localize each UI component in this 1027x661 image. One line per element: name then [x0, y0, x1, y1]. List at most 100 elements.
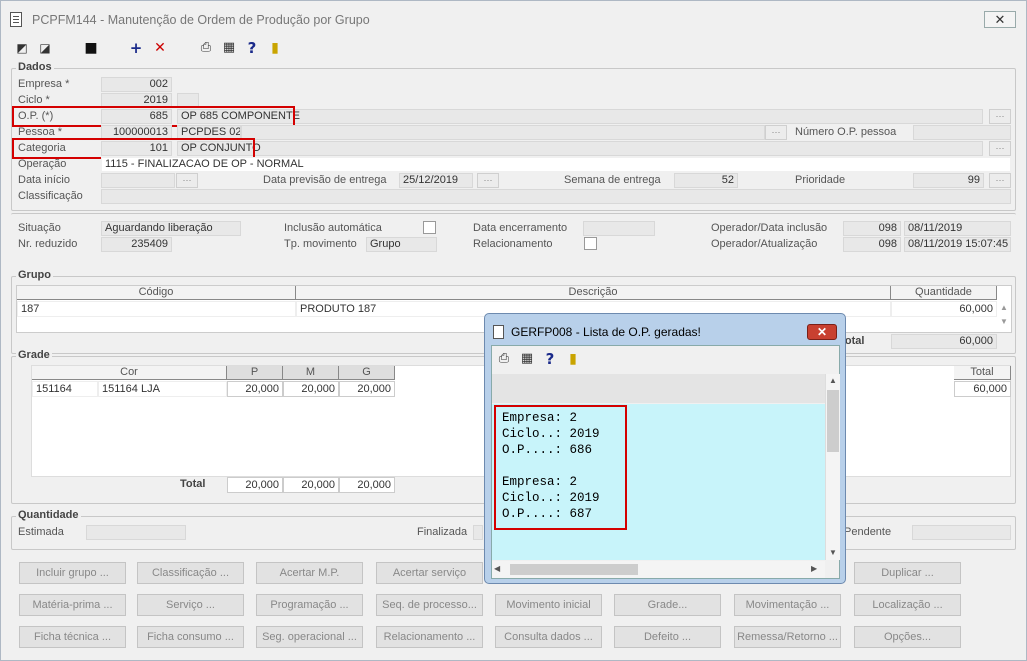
data-previsao-calendar-icon[interactable]: ⋯ — [477, 173, 499, 188]
save-icon[interactable]: ■ — [82, 39, 100, 57]
dialog-help-icon[interactable]: ? — [541, 350, 559, 368]
operador-atualizacao-date: 08/11/2019 15:07:45 — [904, 237, 1011, 252]
classificacao-button[interactable]: Classificação ... — [137, 562, 244, 584]
operacao-field: 1115 - FINALIZACAO DE OP - NORMAL — [101, 157, 1011, 172]
print-icon[interactable]: ⎙ — [197, 39, 215, 57]
tp-movimento-label: Tp. movimento — [284, 238, 357, 250]
dialog-calendar-icon[interactable]: ▦ — [518, 350, 536, 368]
data-encerramento-field — [583, 221, 655, 236]
title-bar: PCPFM144 - Manutenção de Ordem de Produç… — [1, 1, 1026, 37]
scroll-down-icon[interactable]: ▼ — [826, 546, 840, 560]
grupo-cell-quantidade[interactable]: 60,000 — [891, 301, 997, 317]
scroll-up-icon[interactable]: ▲ — [826, 374, 840, 388]
grade-button[interactable]: Grade... — [614, 594, 721, 616]
movimentacao-button[interactable]: Movimentação ... — [734, 594, 841, 616]
grade-cell-m[interactable]: 20,000 — [283, 381, 339, 397]
grade-header-g[interactable]: G — [339, 366, 395, 380]
scroll-right-icon[interactable]: ▶ — [811, 562, 823, 576]
inclusao-automatica-label: Inclusão automática — [284, 222, 382, 234]
acertar-mp-button[interactable]: Acertar M.P. — [256, 562, 363, 584]
window-title: PCPFM144 - Manutenção de Ordem de Produç… — [32, 13, 370, 27]
nav-back-icon[interactable]: ◪ — [36, 39, 54, 57]
defeito-button[interactable]: Defeito ... — [614, 626, 721, 648]
grupo-title: Grupo — [16, 269, 53, 281]
dialog-print-icon[interactable]: ⎙ — [495, 350, 513, 368]
seq-processo-button[interactable]: Seq. de processo... — [376, 594, 483, 616]
remessa-retorno-button[interactable]: Remessa/Retorno ... — [734, 626, 841, 648]
operador-atualizacao-code: 098 — [843, 237, 901, 252]
data-inicio-field[interactable] — [101, 173, 175, 188]
operacao-label: Operação — [18, 158, 67, 170]
ciclo-label: Ciclo * — [18, 94, 50, 106]
quantidade-title: Quantidade — [16, 509, 81, 521]
dialog-vertical-scrollbar[interactable]: ▲ ▼ — [825, 374, 840, 560]
relacionamento-checkbox[interactable] — [584, 237, 597, 250]
exit-door-icon[interactable]: ▮ — [266, 39, 284, 57]
grade-cell-p[interactable]: 20,000 — [227, 381, 283, 397]
grade-cell-cor-desc[interactable]: 151164 LJA — [98, 381, 227, 397]
seg-operacional-button[interactable]: Seg. operacional ... — [256, 626, 363, 648]
empresa-field[interactable]: 002 — [101, 77, 172, 92]
grade-total-g: 20,000 — [339, 477, 395, 493]
grade-header-p[interactable]: P — [227, 366, 283, 380]
incluir-grupo-button[interactable]: Incluir grupo ... — [19, 562, 126, 584]
data-encerramento-label: Data encerramento — [473, 222, 568, 234]
dialog-close-button[interactable]: ✕ — [807, 324, 837, 340]
acertar-servico-button[interactable]: Acertar serviço — [376, 562, 483, 584]
grupo-header-descricao[interactable]: Descrição — [296, 286, 891, 300]
help-icon[interactable]: ? — [243, 39, 261, 57]
prioridade-field[interactable]: 99 — [913, 173, 984, 188]
status-section — [11, 213, 1016, 259]
ficha-tecnica-button[interactable]: Ficha técnica ... — [19, 626, 126, 648]
data-previsao-field[interactable]: 25/12/2019 — [399, 173, 473, 188]
consulta-dados-button[interactable]: Consulta dados ... — [495, 626, 602, 648]
delete-icon[interactable]: ✕ — [151, 39, 169, 57]
finalizada-label: Finalizada — [417, 526, 468, 538]
movimento-inicial-button[interactable]: Movimento inicial — [495, 594, 602, 616]
grupo-total-value: 60,000 — [891, 334, 997, 349]
relacionamento-label: Relacionamento — [473, 238, 553, 250]
dialog-exit-door-icon[interactable]: ▮ — [564, 350, 582, 368]
duplicar-button[interactable]: Duplicar ... — [854, 562, 961, 584]
grade-header-cor[interactable]: Cor — [32, 366, 227, 380]
grade-total-label: Total — [180, 478, 206, 490]
scroll-thumb[interactable] — [827, 390, 839, 452]
pessoa-lookup-icon[interactable]: ⋯ — [765, 125, 787, 140]
op-list-dialog: GERFP008 - Lista de O.P. geradas! ✕ ⎙ ▦ … — [484, 313, 846, 584]
add-icon[interactable]: + — [127, 39, 145, 57]
relacionamento-button[interactable]: Relacionamento ... — [376, 626, 483, 648]
numero-op-pessoa-field[interactable] — [913, 125, 1011, 140]
programacao-button[interactable]: Programação ... — [256, 594, 363, 616]
h-scroll-thumb[interactable] — [510, 564, 638, 575]
op-lookup-icon[interactable]: ⋯ — [989, 109, 1011, 124]
classificacao-field[interactable] — [101, 189, 1011, 204]
calendar-icon[interactable]: ▦ — [220, 39, 238, 57]
inclusao-automatica-checkbox[interactable] — [423, 221, 436, 234]
data-inicio-calendar-icon[interactable]: ⋯ — [176, 173, 198, 188]
localizacao-button[interactable]: Localização ... — [854, 594, 961, 616]
grade-header-total[interactable]: Total — [954, 366, 1011, 380]
categoria-lookup-icon[interactable]: ⋯ — [989, 141, 1011, 156]
grade-cell-g[interactable]: 20,000 — [339, 381, 395, 397]
grade-header-m[interactable]: M — [283, 366, 339, 380]
grupo-header-codigo[interactable]: Código — [17, 286, 296, 300]
servico-button[interactable]: Serviço ... — [137, 594, 244, 616]
op-description: OP 685 COMPONENTE — [177, 109, 983, 124]
ficha-consumo-button[interactable]: Ficha consumo ... — [137, 626, 244, 648]
pessoa-label: Pessoa * — [18, 126, 63, 138]
grupo-header-quantidade[interactable]: Quantidade — [891, 286, 997, 300]
semana-field[interactable]: 52 — [674, 173, 738, 188]
nav-first-icon[interactable]: ◩ — [13, 39, 31, 57]
scroll-left-icon[interactable]: ◀ — [494, 562, 506, 576]
dados-title: Dados — [16, 61, 54, 73]
opcoes-button[interactable]: Opções... — [854, 626, 961, 648]
grade-cell-cor-code[interactable]: 151164 — [32, 381, 98, 397]
dialog-title: GERFP008 - Lista de O.P. geradas! — [511, 325, 701, 339]
prioridade-spin-icon[interactable]: ⋯ — [989, 173, 1011, 188]
dialog-horizontal-scrollbar[interactable]: ◀ ▶ — [492, 561, 825, 578]
close-button[interactable]: ✕ — [984, 11, 1016, 28]
grade-cell-total[interactable]: 60,000 — [954, 381, 1011, 397]
materia-prima-button[interactable]: Matéria-prima ... — [19, 594, 126, 616]
grupo-scrollbar[interactable]: ▲ ▼ — [998, 301, 1010, 331]
grupo-cell-codigo[interactable]: 187 — [17, 301, 296, 317]
